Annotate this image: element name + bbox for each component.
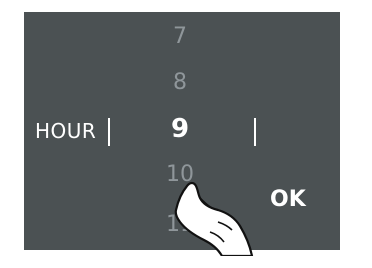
selection-divider-right: [254, 118, 256, 146]
selection-divider-left: [108, 118, 110, 146]
hour-option[interactable]: 7: [160, 24, 200, 50]
hand-swipe-icon: [174, 181, 254, 256]
hour-option[interactable]: 8: [160, 70, 200, 96]
hour-option-selected[interactable]: 9: [160, 114, 200, 144]
hour-label: HOUR: [35, 119, 97, 143]
